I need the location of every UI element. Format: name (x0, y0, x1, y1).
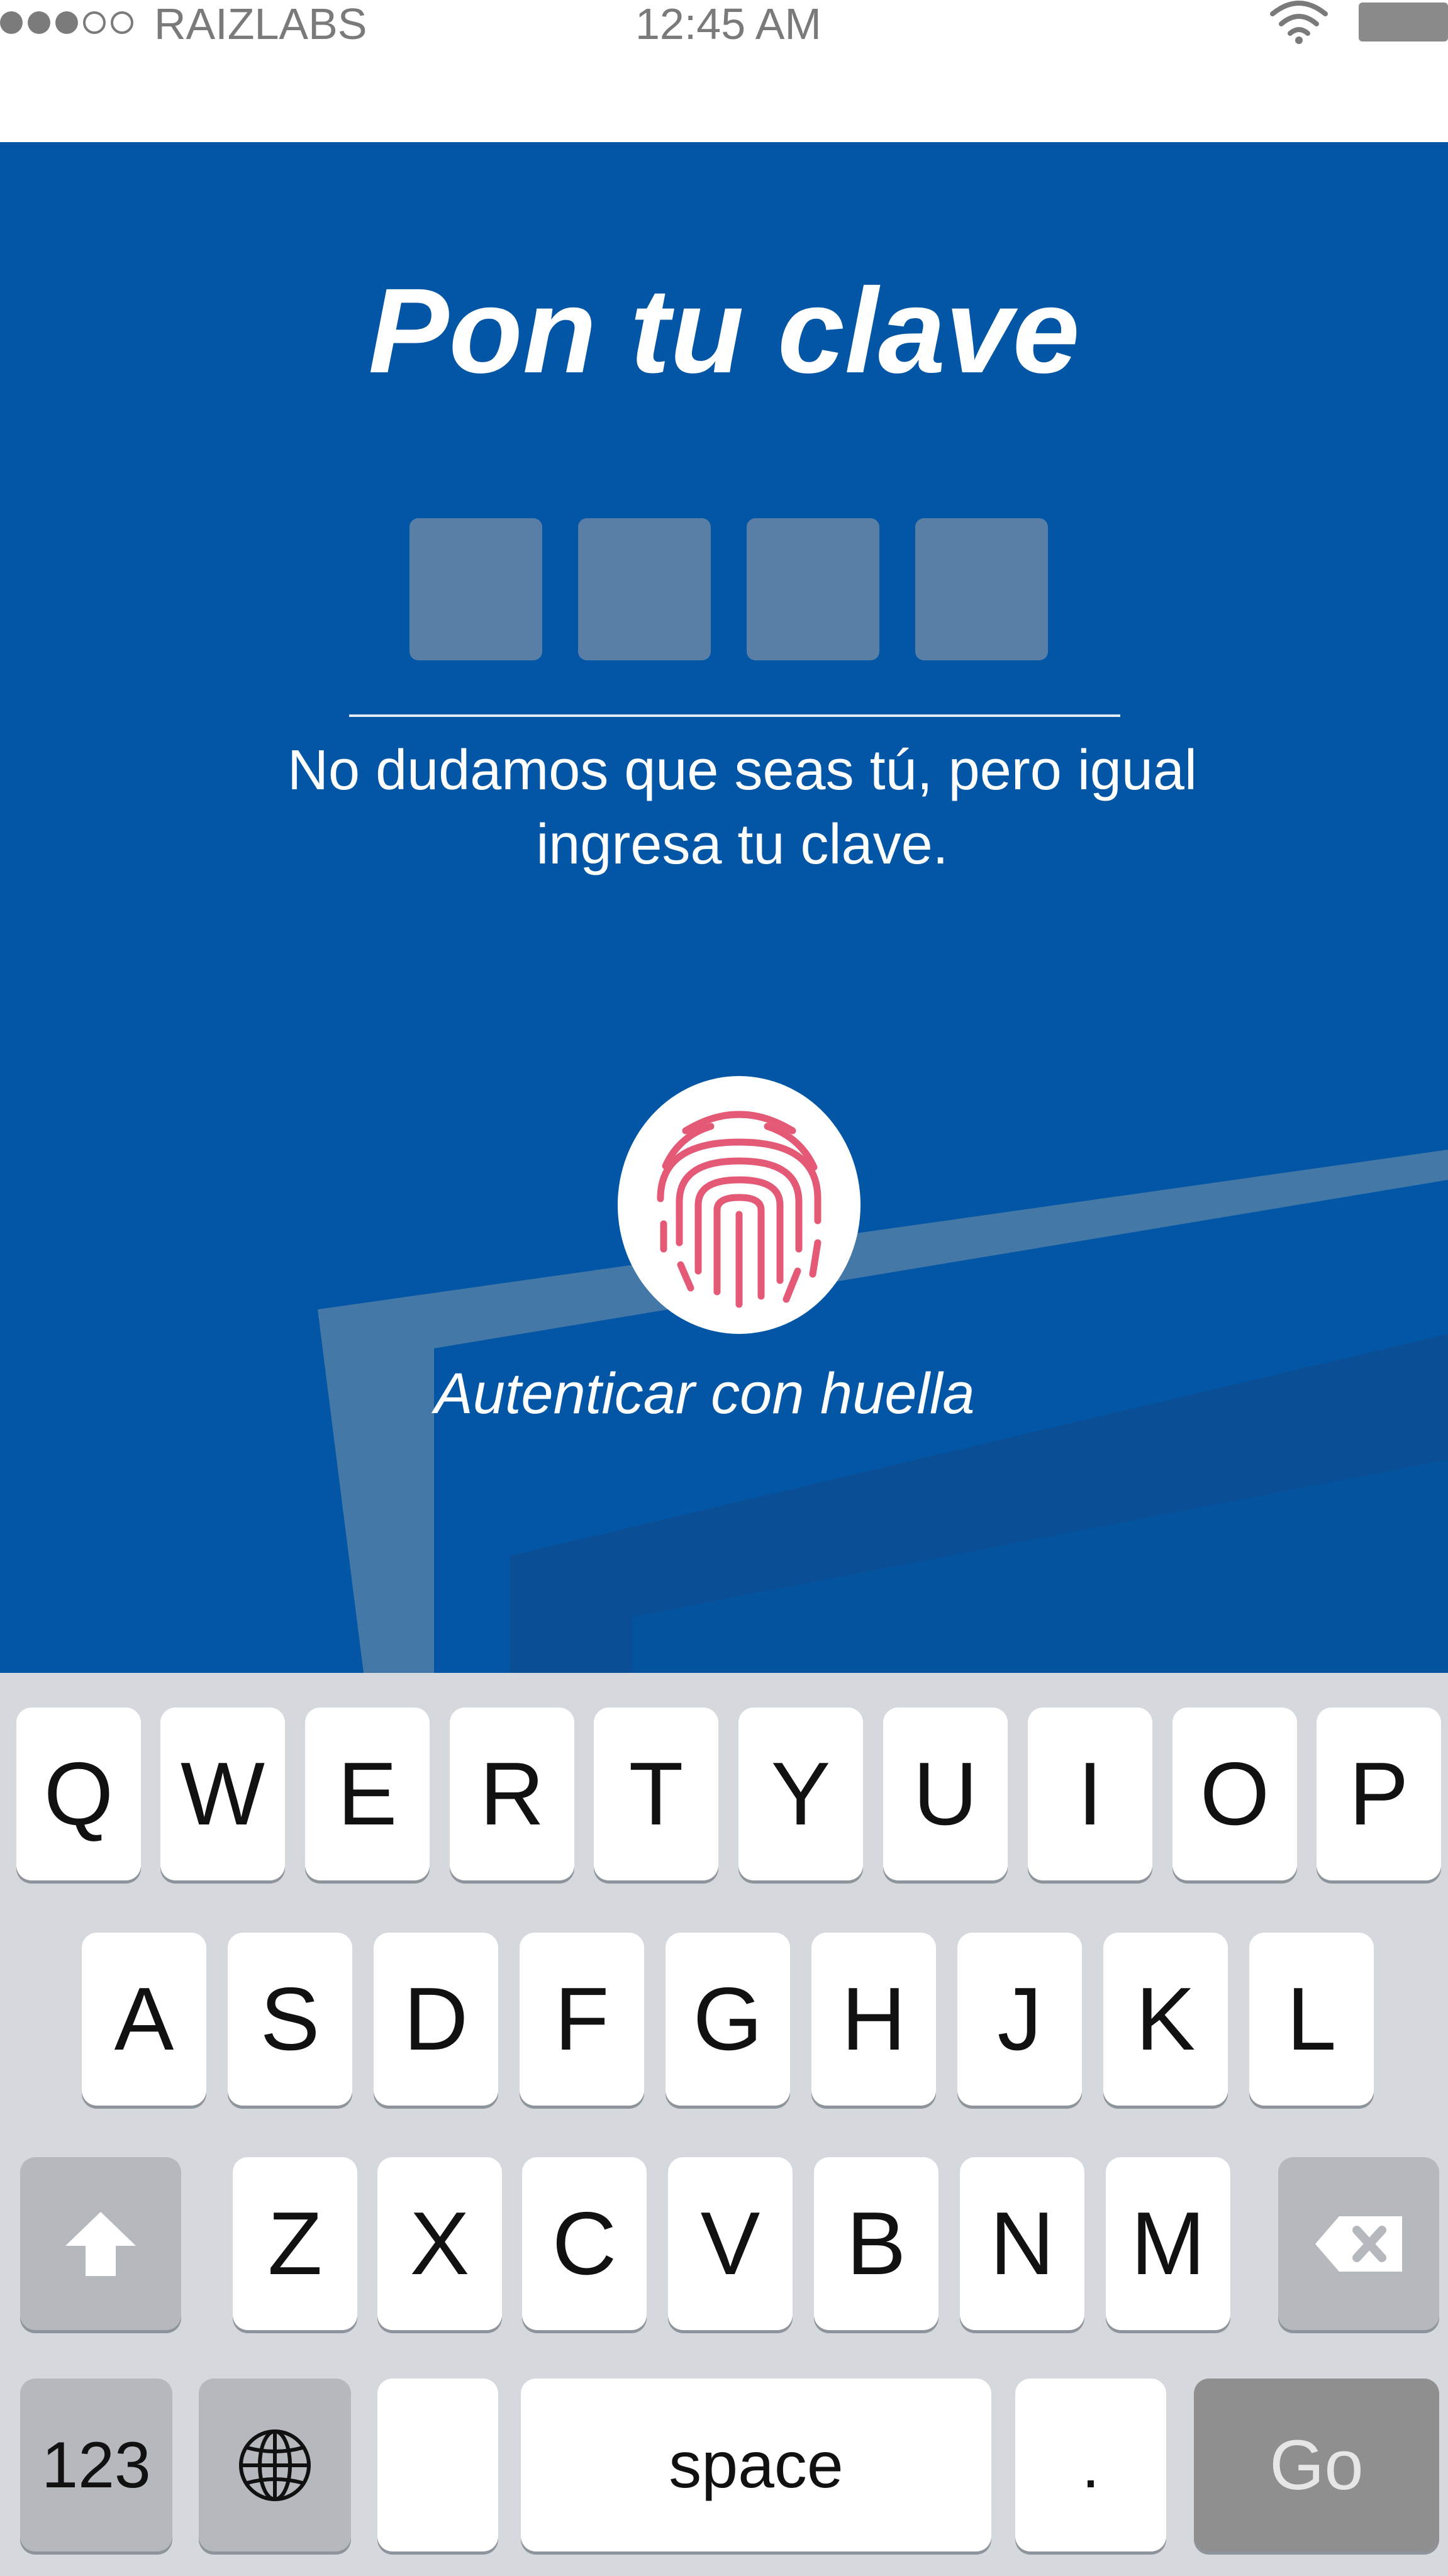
key-l[interactable]: L (1249, 1933, 1374, 2106)
key-i[interactable]: I (1028, 1707, 1152, 1880)
key-n[interactable]: N (960, 2157, 1084, 2330)
signal-dot (55, 11, 78, 34)
hint-text: No dudamos que seas tú, pero igual ingre… (208, 733, 1277, 882)
shift-key[interactable] (20, 2157, 181, 2330)
key-w[interactable]: W (160, 1707, 285, 1880)
signal-dot (28, 11, 50, 34)
status-bar: RAIZLABS 12:45 AM (0, 0, 1448, 142)
backspace-icon (1315, 2216, 1402, 2272)
signal-dot (83, 11, 106, 34)
key-c[interactable]: C (522, 2157, 647, 2330)
signal-strength (0, 11, 133, 34)
numbers-key[interactable]: 123 (20, 2379, 172, 2551)
key-e[interactable]: E (305, 1707, 430, 1880)
pin-entry[interactable] (409, 518, 1048, 660)
key-b[interactable]: B (814, 2157, 938, 2330)
hint-line: No dudamos que seas tú, pero igual (287, 739, 1197, 802)
signal-dot (111, 11, 133, 34)
key-f[interactable]: F (520, 1933, 644, 2106)
hint-line: ingresa tu clave. (536, 813, 949, 876)
key-u[interactable]: U (883, 1707, 1008, 1880)
carrier-name: RAIZLABS (154, 0, 367, 48)
key-p[interactable]: P (1317, 1707, 1441, 1880)
pin-digit-box[interactable] (578, 518, 711, 660)
key-d[interactable]: D (374, 1933, 498, 2106)
globe-key[interactable] (199, 2379, 351, 2551)
key-v[interactable]: V (668, 2157, 793, 2330)
go-key[interactable]: Go (1194, 2379, 1439, 2551)
divider (349, 714, 1120, 717)
key-q[interactable]: Q (16, 1707, 141, 1880)
key-m[interactable]: M (1106, 2157, 1230, 2330)
pin-digit-box[interactable] (915, 518, 1048, 660)
fingerprint-button[interactable] (618, 1076, 860, 1334)
pin-digit-box[interactable] (409, 518, 542, 660)
key-x[interactable]: X (377, 2157, 502, 2330)
space-key[interactable]: space (521, 2379, 991, 2551)
key-k[interactable]: K (1103, 1933, 1228, 2106)
pin-digit-box[interactable] (747, 518, 879, 660)
key-h[interactable]: H (811, 1933, 936, 2106)
page-title: Pon tu clave (368, 263, 1080, 398)
key-a[interactable]: A (82, 1933, 206, 2106)
key-o[interactable]: O (1172, 1707, 1297, 1880)
globe-icon (239, 2429, 311, 2501)
key-g[interactable]: G (666, 1933, 790, 2106)
signal-dot (0, 11, 23, 34)
key-r[interactable]: R (450, 1707, 574, 1880)
key-j[interactable]: J (957, 1933, 1082, 2106)
status-time: 12:45 AM (635, 0, 821, 48)
fingerprint-icon (657, 1111, 821, 1308)
wifi-icon (1270, 1, 1328, 44)
passcode-screen: Pon tu clave No dudamos que seas tú, per… (0, 142, 1448, 1673)
blank-key[interactable] (377, 2379, 498, 2551)
fingerprint-label[interactable]: Autenticar con huella (315, 1359, 1094, 1428)
backspace-key[interactable] (1278, 2157, 1439, 2330)
key-t[interactable]: T (594, 1707, 718, 1880)
keyboard: Q W E R T Y U I O P A S D F G H J K L Z … (0, 1673, 1448, 2576)
battery-icon (1359, 3, 1448, 42)
period-key[interactable]: . (1015, 2379, 1166, 2551)
shift-icon (65, 2211, 136, 2276)
key-z[interactable]: Z (233, 2157, 357, 2330)
key-y[interactable]: Y (738, 1707, 863, 1880)
key-s[interactable]: S (228, 1933, 352, 2106)
